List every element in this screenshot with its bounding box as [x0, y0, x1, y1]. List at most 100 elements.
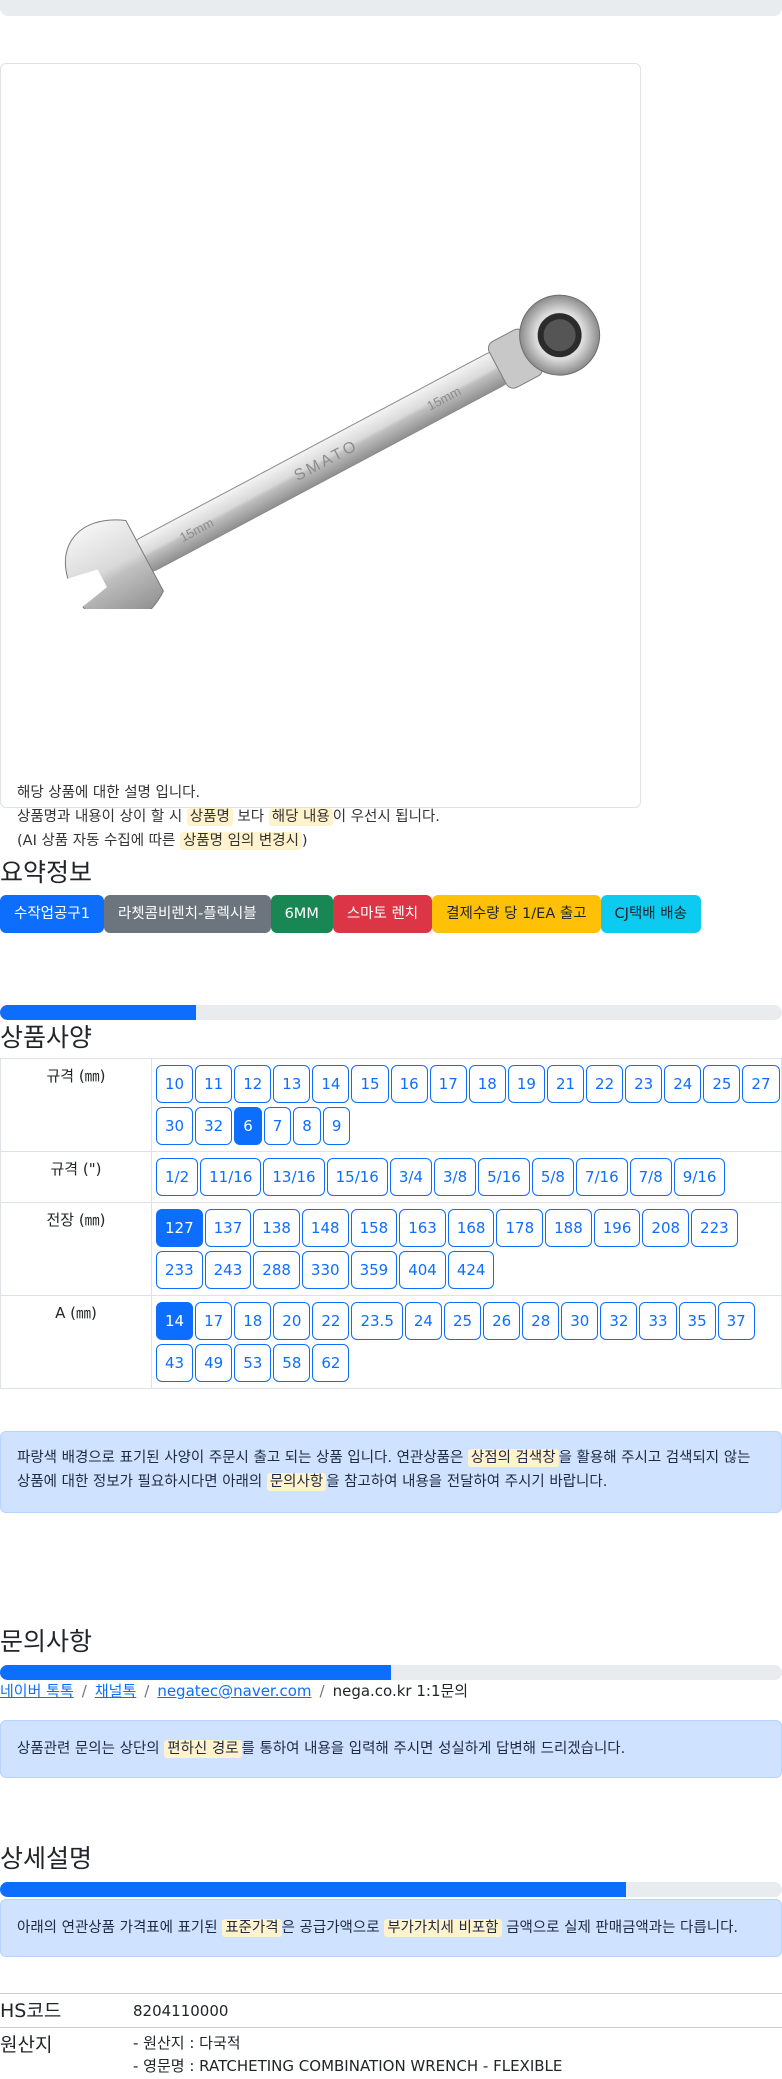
spec-option-button[interactable]: 62	[312, 1344, 350, 1382]
desc-line-3: (AI 상품 자동 수집에 따른 상품명 임의 변경시)	[17, 829, 440, 853]
highlight-content: 해당 내용	[268, 808, 333, 826]
spec-option-button[interactable]: 22	[312, 1302, 350, 1340]
detail-progress-bar	[0, 1882, 782, 1897]
spec-option-button[interactable]: 330	[301, 1251, 349, 1289]
spec-option-button[interactable]: 18	[234, 1302, 272, 1340]
hs-code-label: HS코드	[0, 2000, 62, 2022]
spec-option-button[interactable]: 23	[625, 1065, 663, 1103]
spec-option-button[interactable]: 196	[593, 1209, 641, 1247]
spec-option-button[interactable]: 223	[691, 1209, 738, 1247]
spec-option-button[interactable]: 25	[703, 1065, 741, 1103]
spec-option-button[interactable]: 127	[156, 1209, 203, 1247]
spec-option-button[interactable]: 137	[204, 1209, 252, 1247]
spec-option-button[interactable]: 20	[273, 1302, 311, 1340]
spec-option-button[interactable]: 17	[429, 1065, 467, 1103]
spec-option-button[interactable]: 26	[483, 1302, 521, 1340]
spec-option-button[interactable]: 13/16	[263, 1158, 325, 1196]
spec-option-button[interactable]: 18	[468, 1065, 506, 1103]
spec-option-button[interactable]: 25	[443, 1302, 482, 1340]
spec-option-button[interactable]: 288	[253, 1251, 300, 1289]
summary-badge: 스마토 렌치	[332, 895, 433, 933]
spec-option-button[interactable]: 208	[642, 1209, 690, 1247]
highlight-route: 편하신 경로	[164, 1740, 242, 1758]
spec-option-button[interactable]: 178	[496, 1209, 544, 1247]
spec-option-button[interactable]: 163	[399, 1209, 446, 1247]
email-link[interactable]: negatec@naver.com	[157, 1682, 311, 1700]
spec-option-button[interactable]: 35	[678, 1302, 716, 1340]
spec-option-button[interactable]: 49	[195, 1344, 233, 1382]
product-description: 해당 상품에 대한 설명 입니다. 상품명과 내용이 상이 할 시 상품명 보다…	[17, 781, 440, 853]
spec-option-button[interactable]: 14	[312, 1065, 350, 1103]
spec-option-button[interactable]: 28	[522, 1302, 560, 1340]
spec-option-button[interactable]: 13	[273, 1065, 311, 1103]
spec-option-button[interactable]: 58	[273, 1344, 311, 1382]
spec-row-label: A (㎜)	[0, 1295, 152, 1389]
spec-option-button[interactable]: 188	[545, 1209, 592, 1247]
link-separator: /	[319, 1682, 325, 1700]
spec-option-button[interactable]: 14	[156, 1302, 194, 1340]
spec-option-button[interactable]: 15/16	[326, 1158, 388, 1196]
spec-option-button[interactable]: 27	[742, 1065, 780, 1103]
origin-value: - 원산지 : 다국적 - 영문명 : RATCHETING COMBINATI…	[133, 2032, 562, 2078]
naver-talk-link[interactable]: 네이버 톡톡	[0, 1682, 74, 1700]
spec-option-button[interactable]: 12	[234, 1065, 272, 1103]
spec-option-button[interactable]: 33	[639, 1302, 677, 1340]
spec-option-button[interactable]: 16	[390, 1065, 428, 1103]
spec-option-button[interactable]: 3/4	[389, 1158, 432, 1196]
summary-badge: 수작업공구1	[0, 895, 104, 933]
spec-option-button[interactable]: 7/8	[629, 1158, 672, 1196]
inquiry-title: 문의사항	[0, 1627, 93, 1656]
origin-line: - 원산지 : 다국적	[133, 2034, 241, 2052]
spec-option-group: 127 137 138 148 158 163 168 178 188 196 208 223 233 2…	[152, 1203, 781, 1295]
spec-option-button[interactable]: 9	[322, 1107, 351, 1145]
spec-option-button[interactable]: 22	[586, 1065, 624, 1103]
inquiry-notice: 상품관련 문의는 상단의 편하신 경로 를 통하여 내용을 입력해 주시면 성실하…	[0, 1720, 782, 1778]
spec-option-button[interactable]: 24	[404, 1302, 442, 1340]
inquiry-links: 네이버 톡톡 / 채널톡 / negatec@naver.com / nega.co.kr …	[0, 1680, 468, 1701]
spec-option-button[interactable]: 43	[156, 1344, 194, 1382]
spec-option-button[interactable]: 6	[234, 1107, 262, 1145]
spec-option-button[interactable]: 30	[561, 1302, 599, 1340]
spec-option-button[interactable]: 233	[156, 1251, 203, 1289]
spec-row-label: 전장 (㎜)	[0, 1202, 152, 1296]
spec-option-button[interactable]: 21	[546, 1065, 585, 1103]
highlight-search-box: 상점의 검색창	[467, 1449, 559, 1467]
spec-options-cell: 14 17 18 20 22 23.5 24 25 26 28 30 32 33 35 37 43 49 53 58…	[151, 1295, 782, 1389]
spec-option-button[interactable]: 5/8	[531, 1158, 574, 1196]
spec-option-button[interactable]: 11	[195, 1065, 233, 1103]
spec-option-button[interactable]: 30	[156, 1107, 194, 1145]
notice-text: 아래의 연관상품 가격표에 표기된	[17, 1920, 223, 1936]
hs-code-row: HS코드 8204110000	[0, 1993, 782, 2028]
spec-option-button[interactable]: 24	[664, 1065, 702, 1103]
highlight-vat-excluded: 부가가치세 비포함	[384, 1919, 502, 1937]
spec-option-button[interactable]: 158	[350, 1209, 398, 1247]
spec-option-button[interactable]: 359	[350, 1251, 398, 1289]
spec-option-button[interactable]: 15	[351, 1065, 389, 1103]
spec-option-button[interactable]: 404	[399, 1251, 446, 1289]
spec-option-button[interactable]: 7	[263, 1107, 292, 1145]
spec-option-button[interactable]: 11/16	[200, 1158, 262, 1196]
spec-option-button[interactable]: 168	[447, 1209, 495, 1247]
spec-option-button[interactable]: 3/8	[433, 1158, 477, 1196]
spec-option-button[interactable]: 7/16	[575, 1158, 628, 1196]
spec-option-button[interactable]: 32	[600, 1302, 638, 1340]
link-separator: /	[144, 1682, 150, 1700]
spec-option-button[interactable]: 1/2	[156, 1158, 199, 1196]
spec-option-button[interactable]: 8	[293, 1107, 321, 1145]
spec-option-button[interactable]: 9/16	[673, 1158, 726, 1196]
spec-option-button[interactable]: 53	[234, 1344, 272, 1382]
spec-option-button[interactable]: 32	[195, 1107, 233, 1145]
spec-option-group: 14 17 18 20 22 23.5 24 25 26 28 30 32 33 35 37 43 49 53 58…	[152, 1296, 781, 1388]
spec-option-button[interactable]: 17	[195, 1302, 233, 1340]
spec-option-button[interactable]: 5/16	[478, 1158, 530, 1196]
spec-option-button[interactable]: 243	[204, 1251, 252, 1289]
spec-option-button[interactable]: 138	[253, 1209, 300, 1247]
summary-badge: 6MM	[270, 895, 333, 933]
spec-option-button[interactable]: 148	[301, 1209, 349, 1247]
channel-talk-link[interactable]: 채널톡	[95, 1682, 136, 1700]
spec-option-button[interactable]: 10	[156, 1065, 194, 1103]
spec-option-button[interactable]: 37	[717, 1302, 755, 1340]
spec-option-button[interactable]: 23.5	[351, 1302, 403, 1340]
spec-option-button[interactable]: 424	[447, 1251, 495, 1289]
spec-option-button[interactable]: 19	[507, 1065, 545, 1103]
